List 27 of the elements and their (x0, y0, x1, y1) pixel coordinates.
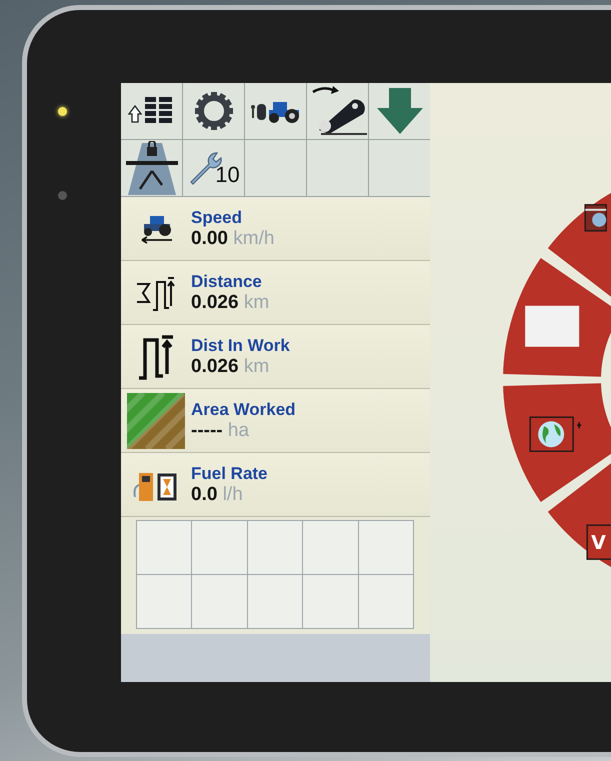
metric-label: Dist In Work (191, 336, 290, 356)
road-lock-icon (126, 141, 178, 195)
letter-tile (586, 524, 611, 560)
toolbar-button[interactable] (307, 83, 368, 139)
work-distance-icon (137, 334, 175, 380)
toolbar-button[interactable]: 10 (183, 140, 244, 196)
metric-value: 0.00 km/h (191, 228, 274, 250)
metric-value: 0.026 km (191, 356, 270, 378)
field-area-icon (127, 392, 185, 448)
toolbar-button[interactable] (121, 140, 182, 196)
blank-tile-icon (525, 306, 580, 347)
letter-label: V (591, 532, 606, 554)
down-arrow-icon (374, 86, 424, 136)
metric-value: 0.026 km (191, 292, 270, 314)
metric-label: Distance (191, 272, 263, 292)
wrench-count: 10 (215, 164, 240, 186)
globe-icon (529, 416, 582, 452)
metric-value: 0.0 l/h (191, 484, 244, 506)
toolbar-button[interactable] (121, 83, 182, 139)
toolbar-button[interactable] (183, 83, 244, 139)
metric-value: ----- ha (191, 420, 250, 442)
cutter-icon (584, 204, 607, 232)
settings-icon (194, 91, 234, 131)
metric-label: Fuel Rate (191, 464, 268, 484)
toolbar-button[interactable] (245, 83, 306, 139)
metric-label: Area Worked (191, 400, 296, 420)
metric-label: Speed (191, 208, 244, 228)
